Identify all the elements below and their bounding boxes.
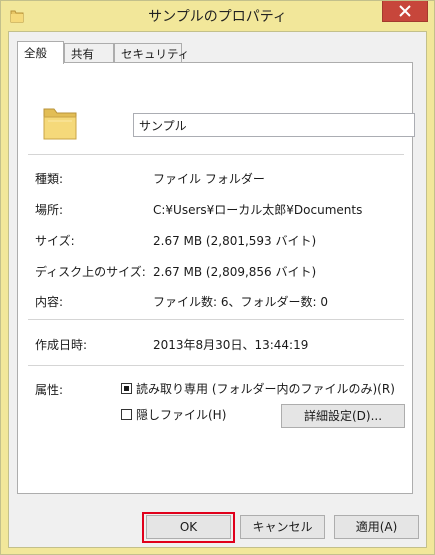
created-label: 作成日時: [35, 338, 88, 352]
tab-general[interactable]: 全般 [17, 41, 64, 64]
readonly-checkbox[interactable]: 読み取り専用 (フォルダー内のファイルのみ)(R) [121, 380, 395, 398]
close-icon [399, 5, 411, 17]
size-label: サイズ: [35, 234, 75, 248]
readonly-checkbox-label: 読み取り専用 (フォルダー内のファイルのみ)(R) [136, 382, 395, 396]
close-button[interactable] [382, 1, 428, 22]
apply-button[interactable]: 適用(A) [334, 515, 419, 539]
created-value: 2013年8月30日、13:44:19 [153, 338, 309, 352]
tab-sharing[interactable]: 共有 [64, 43, 114, 63]
location-value: C:¥Users¥ローカル太郎¥Documents [153, 203, 363, 217]
disk-size-value: 2.67 MB (2,809,856 バイト) [153, 265, 317, 279]
location-label: 場所: [35, 203, 64, 217]
tab-label: 共有 [71, 47, 94, 61]
general-panel: 種類: ファイル フォルダー 場所: C:¥Users¥ローカル太郎¥Docum… [17, 62, 415, 494]
cancel-button[interactable]: キャンセル [240, 515, 325, 539]
type-label: 種類: [35, 172, 64, 186]
size-value: 2.67 MB (2,801,593 バイト) [153, 234, 317, 248]
attributes-label: 属性: [35, 383, 64, 397]
separator [28, 154, 404, 155]
window-title: サンプルのプロパティ [148, 9, 287, 25]
dialog-body: 全般 共有 セキュリティ 種類: ファイル フォルダー 場所: C:¥Users… [8, 31, 427, 548]
title-bar[interactable]: サンプルのプロパティ [1, 1, 434, 31]
name-input[interactable] [133, 113, 415, 137]
hidden-checkbox[interactable]: 隠しファイル(H) [121, 406, 226, 424]
properties-window: サンプルのプロパティ 全般 共有 セキュリティ サンプル 種類: ファイル フォ… [0, 0, 435, 555]
disk-size-label: ディスク上のサイズ: [35, 265, 146, 279]
ok-button[interactable]: OK [146, 515, 231, 539]
contains-label: 内容: [35, 295, 64, 309]
folder-icon [43, 108, 77, 140]
type-value: ファイル フォルダー [153, 172, 265, 186]
hidden-checkbox-label: 隠しファイル(H) [136, 408, 227, 422]
tab-label: 全般 [24, 46, 47, 60]
hidden-checkbox-box[interactable] [121, 409, 132, 420]
separator [28, 365, 404, 366]
advanced-button[interactable]: 詳細設定(D)... [281, 404, 405, 428]
contains-value: ファイル数: 6、フォルダー数: 0 [153, 295, 328, 309]
separator [28, 319, 404, 320]
readonly-checkbox-box[interactable] [121, 383, 132, 394]
tab-security[interactable]: セキュリティ [114, 43, 189, 63]
tab-label: セキュリティ [121, 47, 190, 61]
